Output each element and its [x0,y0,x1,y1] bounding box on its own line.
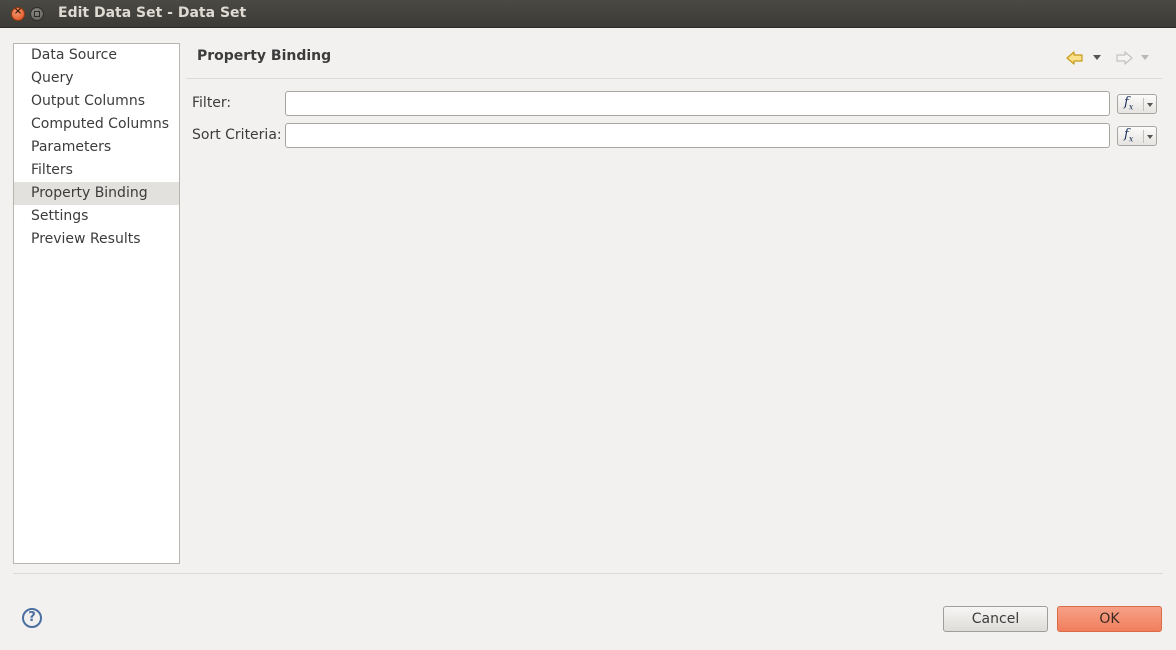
sort-criteria-label: Sort Criteria: [192,127,282,143]
function-icon: fx [1124,95,1134,112]
sort-criteria-input[interactable] [285,123,1110,148]
forward-history-dropdown-icon[interactable] [1141,50,1149,66]
sidebar-item-parameters[interactable]: Parameters [14,136,179,159]
cancel-button[interactable]: Cancel [943,606,1048,632]
sidebar-item-query[interactable]: Query [14,67,179,90]
window-title: Edit Data Set - Data Set [58,5,247,21]
function-icon: fx [1124,127,1134,144]
back-arrow-icon[interactable] [1066,50,1084,66]
sidebar-item-filters[interactable]: Filters [14,159,179,182]
sidebar-item-output-columns[interactable]: Output Columns [14,90,179,113]
sidebar-item-property-binding[interactable]: Property Binding [14,182,179,205]
filter-expression-button[interactable]: fx [1117,94,1157,114]
filter-input[interactable] [285,91,1110,116]
help-icon[interactable]: ? [22,608,42,628]
sidebar-item-computed-columns[interactable]: Computed Columns [14,113,179,136]
sidebar-item-preview-results[interactable]: Preview Results [14,228,179,251]
title-bar: × Edit Data Set - Data Set [0,0,1176,28]
maximize-icon [34,11,40,17]
filter-label: Filter: [192,95,232,111]
sidebar-item-settings[interactable]: Settings [14,205,179,228]
chevron-down-icon[interactable] [1147,135,1153,139]
close-window-button[interactable]: × [11,6,25,21]
button-divider [1143,130,1144,143]
close-icon: × [13,6,23,17]
forward-arrow-icon[interactable] [1115,50,1133,66]
header-separator [186,78,1162,79]
ok-button[interactable]: OK [1057,606,1162,632]
sort-expression-button[interactable]: fx [1117,126,1157,146]
sidebar-nav: Data Source Query Output Columns Compute… [13,43,180,564]
button-divider [1143,98,1144,111]
sidebar-item-data-source[interactable]: Data Source [14,44,179,67]
page-title: Property Binding [197,48,332,64]
back-history-dropdown-icon[interactable] [1093,50,1101,66]
chevron-down-icon[interactable] [1147,103,1153,107]
footer-separator [13,573,1163,574]
maximize-window-button[interactable] [30,7,44,21]
